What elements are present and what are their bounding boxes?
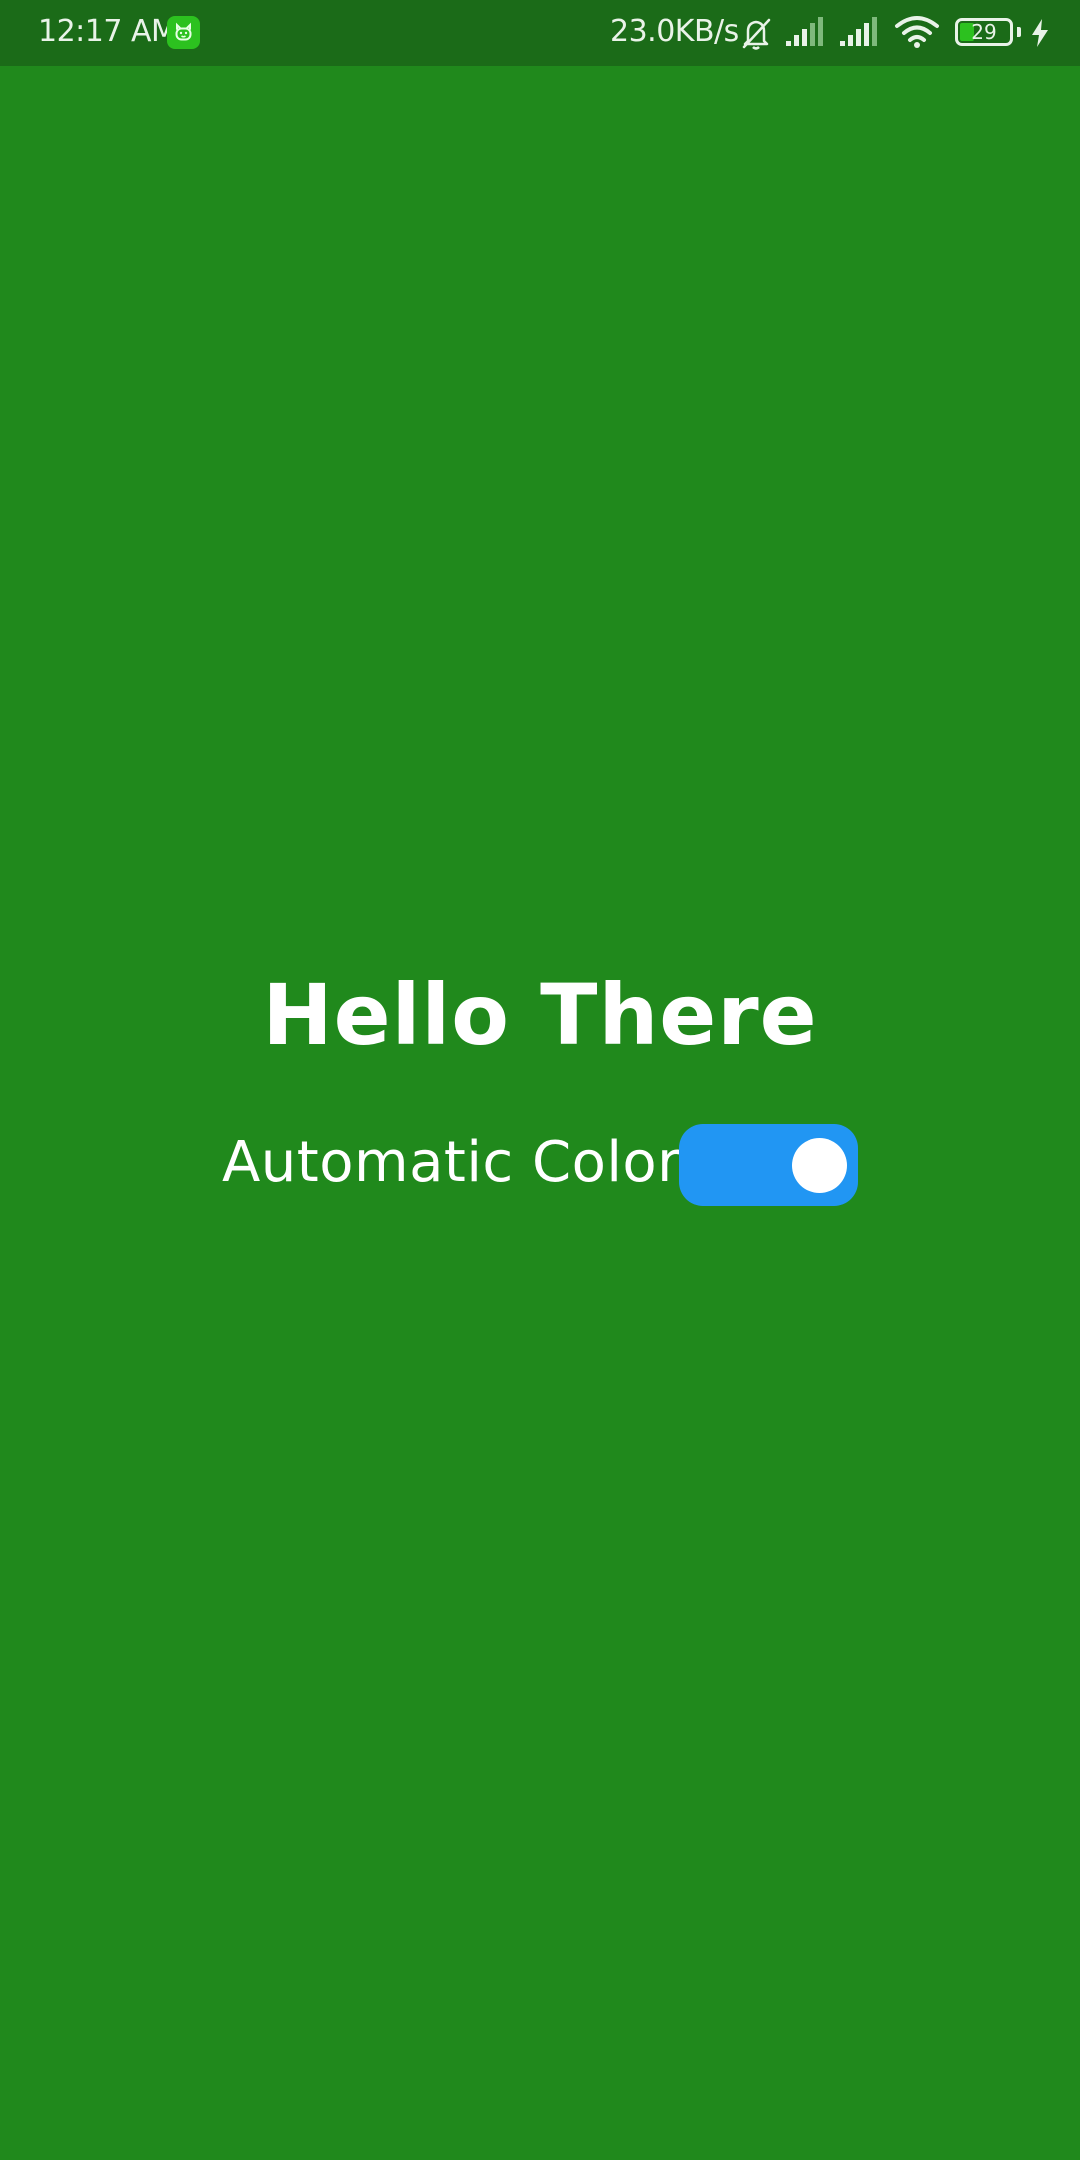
automatic-color-row: Automatic Color <box>0 1120 1080 1206</box>
net-speed: 23.0KB/s <box>610 14 739 49</box>
battery-icon: 29 <box>955 18 1013 46</box>
signal-icon <box>786 16 826 52</box>
status-time: 12:17 AM <box>38 14 177 49</box>
page-title: Hello There <box>262 966 818 1064</box>
battery-level: 29 <box>971 20 997 44</box>
switch-knob[interactable] <box>792 1138 847 1193</box>
battery-nub <box>1017 27 1021 37</box>
charging-bolt-icon <box>1030 18 1050 52</box>
wifi-icon <box>894 15 940 53</box>
bell-off-icon <box>738 15 774 55</box>
android-cat-icon <box>167 16 200 49</box>
signal-icon <box>840 16 880 52</box>
automatic-color-switch[interactable] <box>679 1124 858 1206</box>
status-bar: 12:17 AM 23.0KB/s 29 <box>0 0 1080 66</box>
automatic-color-label: Automatic Color <box>222 1130 681 1195</box>
